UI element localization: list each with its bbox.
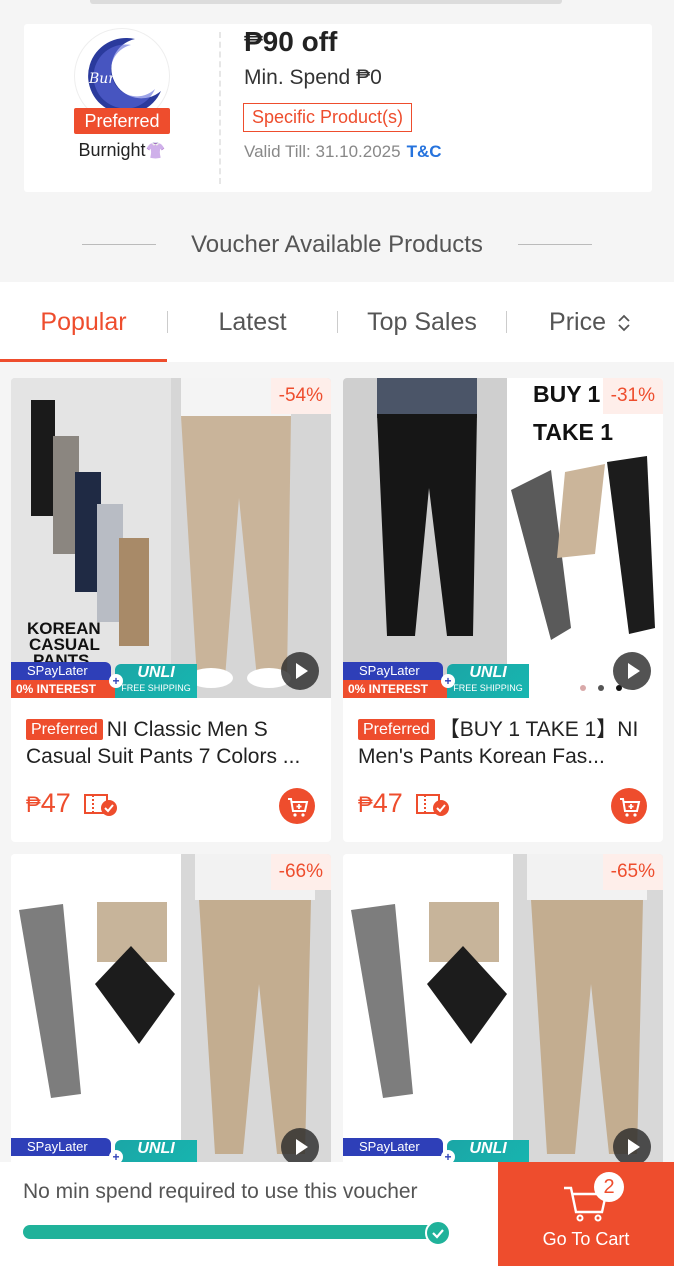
product-price: ₱47 [358,788,403,819]
voucher-validity: Valid Till: 31.10.2025 T&C [244,142,442,162]
product-title: Preferred 【BUY 1 TAKE 1】NI Men's Pants Ko… [358,716,653,770]
preferred-badge: Preferred [74,108,170,134]
voucher-progress-message: No min spend required to use this vouche… [23,1180,418,1203]
price-value: 47 [40,788,71,818]
section-title-text: Voucher Available Products [191,231,483,258]
play-video-icon[interactable] [613,1128,651,1166]
plus-icon: + [109,674,123,688]
play-video-icon[interactable] [281,1128,319,1166]
unli-shipping-label: UNLI FREE SHIPPING [115,664,197,698]
promo-banner: SPayLater 0% INTEREST UNLI FREE SHIPPING… [11,662,197,698]
play-video-icon[interactable] [613,652,651,690]
voucher-applicable-icon [416,794,449,816]
currency: ₱ [358,792,373,817]
product-card[interactable]: -66% SPayLater UNLI + [11,854,331,1174]
interest-label: 0% INTEREST [343,680,453,698]
tab-latest[interactable]: Latest [168,282,337,362]
product-image[interactable]: -65% SPayLater UNLI + [343,854,663,1174]
sort-tabs: Popular Latest Top Sales Price [0,282,674,362]
bottom-bar: No min spend required to use this vouche… [0,1162,674,1280]
logo-text: Burnight [88,71,152,87]
cart-add-icon [288,798,309,817]
spaylater-label: SPayLater [11,1138,111,1156]
go-to-cart-label: Go To Cart [542,1229,630,1249]
tab-top-sales[interactable]: Top Sales [338,282,506,362]
interest-label: 0% INTEREST [11,680,121,698]
currency: ₱ [26,792,41,817]
preferred-badge: Preferred [358,719,435,740]
section-title: Voucher Available Products [0,225,674,265]
voucher-card: Burnight Preferred Burnight👚 ₱90 off Min… [18,24,652,192]
spaylater-label: SPayLater [11,662,111,680]
preferred-badge: Preferred [26,719,103,740]
discount-badge: -54% [270,378,331,414]
discount-badge: -31% [602,378,663,414]
cart-count-badge: 2 [594,1172,624,1202]
sheet-handle [90,0,562,4]
voucher-applicable-icon [84,794,117,816]
sort-arrows-icon [618,315,630,332]
product-image[interactable]: -66% SPayLater UNLI + [11,854,331,1174]
unli-text: UNLI [137,664,175,681]
image-text: TAKE 1 [533,419,613,445]
product-price: ₱47 [26,788,71,819]
tab-price[interactable]: Price [507,282,673,362]
unli-text: UNLI [137,1140,175,1157]
title-line-right [518,244,592,245]
voucher-perforation [18,24,30,192]
spaylater-label: SPayLater [343,1138,443,1156]
voucher-scope-tag: Specific Product(s) [243,103,413,132]
plus-icon: + [441,674,455,688]
add-to-cart-button[interactable] [279,788,315,824]
free-shipping-text: FREE SHIPPING [121,683,191,693]
check-icon [425,1220,451,1246]
product-card[interactable]: BUY 1 TAKE 1 -31% SPayLater 0% INTEREST … [343,378,663,842]
shop-name-text: Burnight [78,140,146,160]
cart-add-icon [620,798,641,817]
title-line-left [82,244,156,245]
voucher-amount: ₱90 off [244,26,338,57]
play-video-icon[interactable] [281,652,319,690]
product-card[interactable]: KOREAN CASUAL PANTS -54% SPayLater 0% IN… [11,378,331,842]
add-to-cart-button[interactable] [611,788,647,824]
unli-shipping-label: UNLI FREE SHIPPING [447,664,529,698]
voucher-min-spend: Min. Spend ₱0 [244,66,382,89]
product-card[interactable]: -65% SPayLater UNLI + [343,854,663,1174]
voucher-divider [219,32,221,184]
spend-progress-bar [23,1225,443,1239]
unli-text: UNLI [469,664,507,681]
go-to-cart-button[interactable]: 2 Go To Cart [498,1162,674,1266]
product-image[interactable]: BUY 1 TAKE 1 -31% SPayLater 0% INTEREST … [343,378,663,698]
voucher-valid-text: Valid Till: 31.10.2025 [244,142,401,161]
product-title: Preferred NI Classic Men S Casual Suit Pa… [26,716,321,770]
spaylater-label: SPayLater [343,662,443,680]
price-value: 47 [372,788,403,818]
shop-name[interactable]: Burnight👚 [24,140,220,161]
unli-text: UNLI [469,1140,507,1157]
tab-popular[interactable]: Popular [0,282,167,362]
promo-banner: SPayLater 0% INTEREST UNLI FREE SHIPPING… [343,662,529,698]
shirt-icon: 👚 [145,143,166,160]
tab-price-label: Price [549,308,606,336]
tc-link[interactable]: T&C [407,142,442,161]
free-shipping-text: FREE SHIPPING [453,683,523,693]
discount-badge: -66% [270,854,331,890]
image-text: BUY 1 [533,381,601,407]
discount-badge: -65% [602,854,663,890]
product-image[interactable]: KOREAN CASUAL PANTS -54% SPayLater 0% IN… [11,378,331,698]
